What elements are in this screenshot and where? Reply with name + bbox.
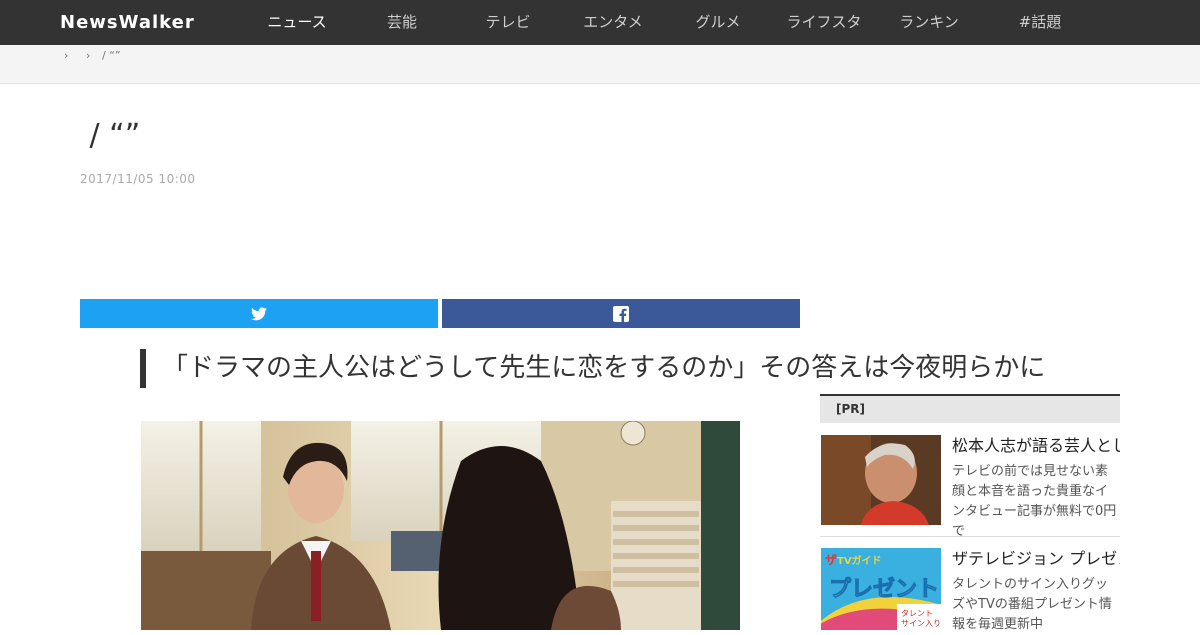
pr-section-header: [PR] [820, 394, 1120, 423]
nav-item-news[interactable]: ニュース [262, 0, 332, 45]
facebook-share-button[interactable] [442, 299, 800, 328]
nav-item-lifestyle[interactable]: ライフスタイル [784, 0, 864, 76]
svg-text:プレゼント: プレゼント [829, 577, 939, 602]
sidebar-divider [820, 536, 1120, 537]
breadcrumb: › › / “” [0, 45, 1200, 84]
nav-item-entame[interactable]: エンタメ [580, 0, 646, 45]
nav-item-ranking[interactable]: ランキング [895, 0, 963, 76]
pr-item[interactable]: 松本人志が語る芸人としての生き方 テレビの前では見せない素顔と本音を語った貴重な… [820, 435, 1120, 539]
pr-item-title[interactable]: 松本人志が語る芸人としての生き方 [952, 435, 1120, 457]
article-subheading: 「ドラマの主人公はどうして先生に恋をするのか」その答えは今夜明らかに [140, 349, 1045, 388]
svg-text:サイン入り: サイン入り [901, 619, 941, 628]
svg-text:タレント: タレント [901, 609, 933, 618]
nav-item-tv[interactable]: テレビ [478, 0, 538, 45]
facebook-icon [613, 305, 629, 322]
breadcrumb-separator[interactable]: › [64, 45, 68, 67]
site-logo[interactable]: NewsWalker [60, 0, 195, 45]
pr-item-title[interactable]: ザテレビジョン プレゼント [952, 548, 1120, 570]
pr-item[interactable]: ザ TVガイド プレゼント タレント サイン入り ザテレビジョン プレゼント タ… [820, 548, 1120, 632]
svg-text:ザ: ザ [825, 553, 837, 567]
nav-item-gourmet[interactable]: グルメ [688, 0, 748, 45]
svg-text:TVガイド: TVガイド [837, 554, 882, 567]
top-navigation: NewsWalker ニュース 芸能 テレビ エンタメ グルメ ライフスタイル … [0, 0, 1200, 76]
pr-item-thumbnail[interactable]: ザ TVガイド プレゼント タレント サイン入り [821, 548, 941, 630]
pr-item-description: テレビの前では見せない素顔と本音を語った貴重なインタビュー記事が無料で0円で [952, 464, 1117, 539]
twitter-icon [251, 306, 267, 320]
breadcrumb-separator[interactable]: › [86, 45, 90, 67]
twitter-share-button[interactable] [80, 299, 438, 328]
article-title: / “” [80, 118, 141, 153]
nav-item-geino[interactable]: 芸能 [372, 0, 432, 45]
nav-item-wadai[interactable]: #話題 [1010, 0, 1070, 45]
breadcrumb-current: / “” [102, 49, 121, 62]
article-date: 2017/11/05 10:00 [80, 172, 196, 186]
article-photo [141, 421, 740, 630]
pr-item-description: タレントのサイン入りグッズやTVの番組プレゼント情報を毎週更新中 [952, 577, 1112, 632]
pr-item-thumbnail[interactable] [821, 435, 941, 525]
